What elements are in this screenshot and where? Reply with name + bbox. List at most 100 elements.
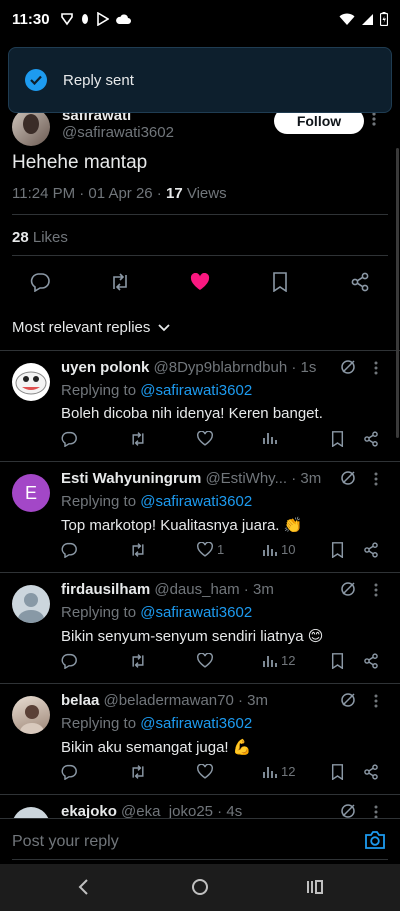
chevron-down-icon — [158, 323, 171, 332]
reply-author-name[interactable]: belaa — [61, 692, 99, 709]
reply-author-name[interactable]: firdausilham — [61, 581, 150, 598]
more-icon[interactable] — [374, 583, 378, 597]
reply-icon[interactable] — [61, 653, 77, 669]
divider — [12, 859, 388, 860]
replying-prefix: Replying to — [61, 604, 141, 621]
likes-summary[interactable]: 28 Likes — [12, 229, 68, 246]
tweet-meta: 11:24 PM · 01 Apr 26 · 17 Views — [12, 185, 227, 202]
recents-icon[interactable] — [306, 878, 324, 896]
heart-icon — [197, 764, 213, 779]
views-button[interactable]: 12 — [263, 653, 295, 668]
back-icon[interactable] — [77, 878, 89, 896]
replying-to-link[interactable]: @safirawati3602 — [140, 493, 252, 510]
views-count: 12 — [281, 764, 296, 779]
reply-time: · 3m — [287, 470, 322, 487]
divider — [12, 214, 388, 215]
home-icon[interactable] — [191, 878, 209, 896]
share-icon[interactable] — [363, 653, 379, 669]
like-button[interactable] — [197, 764, 217, 779]
reply-avatar[interactable] — [12, 585, 50, 623]
replying-to-link[interactable]: @safirawati3602 — [140, 382, 252, 399]
reply-author-name[interactable]: uyen polonk — [61, 359, 149, 376]
reply-avatar[interactable] — [12, 363, 50, 401]
bookmark-icon[interactable] — [331, 764, 344, 780]
reply-input[interactable]: Post your reply — [12, 833, 119, 851]
reply-handle[interactable]: @daus_ham — [154, 581, 239, 598]
reply-handle[interactable]: @beladermawan70 — [104, 692, 234, 709]
bookmark-icon[interactable] — [331, 653, 344, 669]
reply-time: · 1s — [287, 359, 317, 376]
reply-item[interactable]: uyen polonk @8Dyp9blabrndbuh · 1s Replyi… — [0, 350, 400, 460]
tweet-time: 11:24 PM · 01 Apr 26 · — [12, 185, 166, 202]
reply-icon[interactable] — [61, 764, 77, 780]
divider — [12, 255, 388, 256]
views-button[interactable] — [263, 431, 281, 445]
grok-icon[interactable] — [340, 692, 356, 708]
grok-icon[interactable] — [340, 470, 356, 486]
share-icon[interactable] — [363, 764, 379, 780]
more-icon[interactable] — [374, 361, 378, 375]
retweet-icon[interactable] — [129, 653, 147, 669]
reply-handle[interactable]: @8Dyp9blabrndbuh — [154, 359, 288, 376]
bookmark-icon[interactable] — [331, 542, 344, 558]
grok-icon[interactable] — [340, 581, 356, 597]
reply-icon[interactable] — [28, 270, 52, 294]
retweet-icon[interactable] — [129, 431, 147, 447]
reply-icon[interactable] — [61, 542, 77, 558]
like-button[interactable] — [197, 653, 217, 668]
like-button[interactable] — [197, 431, 217, 446]
views-label: Views — [182, 185, 227, 202]
author-avatar[interactable] — [12, 108, 50, 146]
grok-icon[interactable] — [340, 359, 356, 375]
reply-item[interactable]: belaa @beladermawan70 · 3m Replying to @… — [0, 683, 400, 793]
reply-item[interactable]: ekajoko @eka_joko25 · 4s — [0, 794, 400, 818]
cloud-icon — [115, 13, 131, 25]
more-icon[interactable] — [372, 112, 376, 126]
views-icon — [263, 543, 277, 557]
bookmark-icon[interactable] — [331, 431, 344, 447]
reply-item[interactable]: firdausilham @daus_ham · 3m Replying to … — [0, 572, 400, 682]
views-icon — [263, 654, 277, 668]
scrollbar[interactable] — [396, 148, 399, 438]
more-icon[interactable] — [374, 694, 378, 708]
reply-compose-bar: Post your reply — [0, 818, 400, 864]
reply-time: · 3m — [239, 581, 274, 598]
share-icon[interactable] — [363, 431, 379, 447]
signal-icon — [361, 13, 374, 26]
retweet-icon[interactable] — [108, 270, 132, 294]
reply-handle[interactable]: @eka_joko25 — [121, 803, 213, 818]
heart-icon — [197, 542, 213, 557]
views-button[interactable]: 10 — [263, 542, 295, 557]
camera-icon[interactable] — [364, 830, 386, 850]
replying-prefix: Replying to — [61, 382, 141, 399]
share-icon[interactable] — [363, 542, 379, 558]
status-bar: 11:30 — [0, 0, 400, 38]
replying-to-link[interactable]: @safirawati3602 — [140, 604, 252, 621]
reply-avatar[interactable] — [12, 807, 50, 818]
heart-icon — [197, 431, 213, 446]
reply-avatar[interactable] — [12, 696, 50, 734]
reply-icon[interactable] — [61, 431, 77, 447]
tor-icon — [60, 12, 74, 26]
reply-handle[interactable]: @EstiWhy... — [205, 470, 287, 487]
heart-icon[interactable] — [188, 270, 212, 294]
retweet-icon[interactable] — [129, 542, 147, 558]
views-button[interactable]: 12 — [263, 764, 295, 779]
reply-text: Bikin aku semangat juga! 💪 — [61, 739, 252, 756]
reply-avatar[interactable]: E — [12, 474, 50, 512]
reply-author-name[interactable]: Esti Wahyuningrum — [61, 470, 201, 487]
reply-author-name[interactable]: ekajoko — [61, 803, 117, 818]
more-icon[interactable] — [374, 472, 378, 486]
replying-to-link[interactable]: @safirawati3602 — [140, 715, 252, 732]
grok-icon[interactable] — [340, 803, 356, 818]
views-icon — [263, 431, 277, 445]
more-icon[interactable] — [374, 805, 378, 818]
bookmark-icon[interactable] — [268, 270, 292, 294]
share-icon[interactable] — [348, 270, 372, 294]
reply-actions: 1 10 — [61, 542, 387, 562]
author-handle[interactable]: @safirawati3602 — [62, 124, 174, 141]
reply-item[interactable]: E Esti Wahyuningrum @EstiWhy... · 3m Rep… — [0, 461, 400, 571]
sort-replies-dropdown[interactable]: Most relevant replies — [12, 319, 171, 336]
retweet-icon[interactable] — [129, 764, 147, 780]
like-button[interactable]: 1 — [197, 542, 224, 557]
